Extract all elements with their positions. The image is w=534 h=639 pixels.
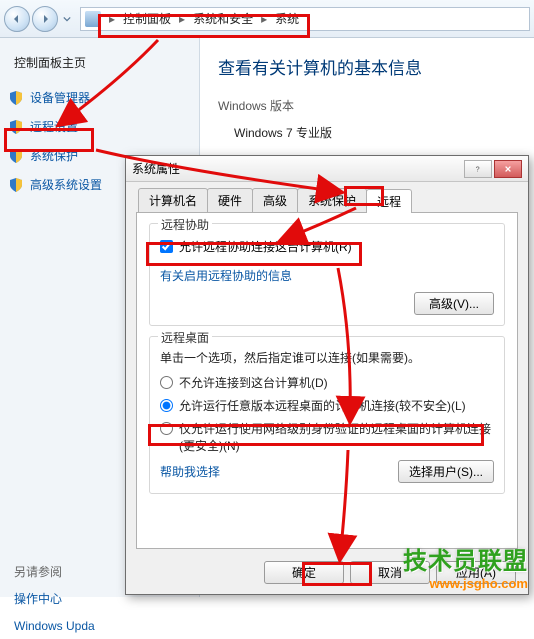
windows-edition-value: Windows 7 专业版 [218,124,516,141]
crumb-system[interactable]: 系统 [271,8,303,29]
group-title: 远程桌面 [158,329,212,346]
tab-computer-name[interactable]: 计算机名 [138,188,208,212]
breadcrumb[interactable]: ▸ 控制面板 ▸ 系统和安全 ▸ 系统 [80,7,530,31]
select-users-button[interactable]: 选择用户(S)... [398,460,494,483]
windows-edition-label: Windows 版本 [218,97,516,114]
crumb-system-security[interactable]: 系统和安全 [189,8,257,29]
shield-icon [8,119,24,135]
checkbox-input[interactable] [160,240,173,253]
remote-assistance-group: 远程协助 允许远程协助连接这台计算机(R) 有关启用远程协助的信息 高级(V).… [149,223,505,326]
sidebar-item-device-manager[interactable]: 设备管理器 [0,83,199,112]
sidebar-item-remote-settings[interactable]: 远程设置 [0,112,199,141]
radio-label: 不允许连接到这台计算机(D) [179,374,328,391]
dialog-buttons: 确定 取消 应用(A) [126,557,528,594]
rdp-option-any-version[interactable]: 允许运行任意版本远程桌面的计算机连接(较不安全)(L) [160,397,494,414]
tab-panel-remote: 远程协助 允许远程协助连接这台计算机(R) 有关启用远程协助的信息 高级(V).… [136,212,518,549]
see-also-windows-update[interactable]: Windows Upda [0,613,199,639]
radio-input[interactable] [160,399,173,412]
sidebar-item-label: 高级系统设置 [30,176,102,193]
sidebar-item-label: 系统保护 [30,147,78,164]
allow-remote-assistance-checkbox[interactable]: 允许远程协助连接这台计算机(R) [160,238,494,255]
close-button[interactable] [494,160,522,178]
tab-hardware[interactable]: 硬件 [207,188,253,212]
remote-assistance-info-link[interactable]: 有关启用远程协助的信息 [160,265,292,286]
tab-strip: 计算机名 硬件 高级 系统保护 远程 [126,182,528,212]
sidebar-home[interactable]: 控制面板主页 [0,50,199,83]
chevron-right-icon: ▸ [179,12,185,26]
control-panel-icon [85,11,101,27]
radio-label: 仅允许运行使用网络级别身份验证的远程桌面的计算机连接(更安全)(N) [179,420,494,454]
ok-button[interactable]: 确定 [264,561,344,584]
chevron-right-icon: ▸ [261,12,267,26]
radio-input[interactable] [160,422,173,435]
chevron-right-icon: ▸ [109,12,115,26]
sidebar-item-label: 远程设置 [30,118,78,135]
nav-back-button[interactable] [4,6,30,32]
dialog-title: 系统属性 [132,160,180,177]
cancel-button[interactable]: 取消 [350,561,430,584]
remote-desktop-group: 远程桌面 单击一个选项，然后指定谁可以连接(如果需要)。 不允许连接到这台计算机… [149,336,505,494]
rdp-option-disallow[interactable]: 不允许连接到这台计算机(D) [160,374,494,391]
shield-icon [8,90,24,106]
rdp-option-nla-only[interactable]: 仅允许运行使用网络级别身份验证的远程桌面的计算机连接(更安全)(N) [160,420,494,454]
advanced-button[interactable]: 高级(V)... [414,292,494,315]
sidebar-item-label: 设备管理器 [30,89,90,106]
page-title: 查看有关计算机的基本信息 [218,54,516,79]
dialog-titlebar[interactable]: 系统属性 ? [126,156,528,182]
shield-icon [8,148,24,164]
tab-advanced[interactable]: 高级 [252,188,298,212]
apply-button[interactable]: 应用(A) [436,561,516,584]
tab-system-protection[interactable]: 系统保护 [297,188,367,212]
nav-forward-button[interactable] [32,6,58,32]
history-dropdown[interactable] [60,15,74,23]
shield-icon [8,177,24,193]
group-title: 远程协助 [158,216,212,233]
help-me-choose-link[interactable]: 帮助我选择 [160,461,220,482]
radio-label: 允许运行任意版本远程桌面的计算机连接(较不安全)(L) [179,397,466,414]
crumb-control-panel[interactable]: 控制面板 [119,8,175,29]
tab-remote[interactable]: 远程 [366,189,412,213]
svg-text:?: ? [476,165,480,173]
system-properties-dialog: 系统属性 ? 计算机名 硬件 高级 系统保护 远程 远程协助 允许远程协助连接这… [125,155,529,595]
help-button[interactable]: ? [464,160,492,178]
checkbox-label: 允许远程协助连接这台计算机(R) [179,238,352,255]
radio-input[interactable] [160,376,173,389]
rdp-description: 单击一个选项，然后指定谁可以连接(如果需要)。 [160,349,494,366]
